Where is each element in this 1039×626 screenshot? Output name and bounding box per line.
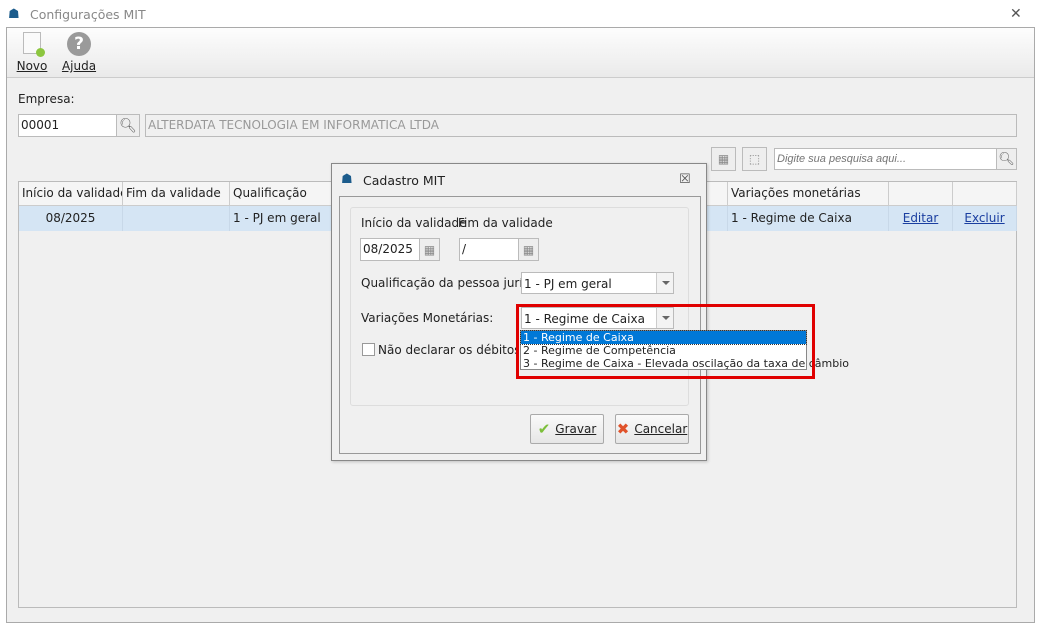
select-columns-button[interactable]: ⬚ <box>742 147 767 171</box>
column-header-inicio[interactable]: Início da validade <box>19 182 123 206</box>
new-document-icon <box>23 32 45 57</box>
variacoes-label: Variações Monetárias: <box>361 311 494 325</box>
fim-calendar-button[interactable]: ▦ <box>518 238 539 261</box>
calendar-icon: ▦ <box>522 242 535 257</box>
grid-search-input[interactable] <box>774 148 997 170</box>
empresa-label: Empresa: <box>18 92 75 106</box>
chevron-down-icon <box>656 273 673 293</box>
window-title: Configurações MIT <box>30 7 146 22</box>
qualificacao-select[interactable]: 1 - PJ em geral <box>521 272 674 294</box>
cancelar-label: Cancelar <box>634 422 688 436</box>
toolbar: Novo ? Ajuda <box>7 28 1034 78</box>
fim-label: Fim da validade <box>458 216 553 230</box>
column-header-excluir <box>953 182 1017 206</box>
dialog-title: Cadastro MIT <box>363 173 445 188</box>
novo-button[interactable]: Novo <box>15 32 49 73</box>
gravar-button[interactable]: ✔ Gravar <box>530 414 604 444</box>
column-header-fim[interactable]: Fim da validade <box>123 182 230 206</box>
cell-inicio: 08/2025 <box>19 206 123 231</box>
empresa-search-button[interactable]: 🔍︎ <box>116 114 140 137</box>
grid-search-button[interactable]: 🔍︎ <box>996 148 1017 170</box>
empresa-name-field: ALTERDATA TECNOLOGIA EM INFORMATICA LTDA <box>145 114 1017 137</box>
search-icon: 🔍︎ <box>119 117 137 134</box>
inicio-input[interactable]: 08/2025 <box>360 238 420 261</box>
grid-export-icon: ▦ <box>717 152 730 166</box>
gravar-label: Gravar <box>555 422 597 436</box>
ajuda-label: Ajuda <box>61 59 97 73</box>
select-cursor-icon: ⬚ <box>748 152 761 166</box>
check-icon: ✔ <box>537 420 551 438</box>
title-bar: ☗ Configurações MIT ✕ <box>0 0 1039 28</box>
cell-fim <box>123 206 230 231</box>
column-header-editar <box>889 182 953 206</box>
excluir-link[interactable]: Excluir <box>953 206 1017 231</box>
close-window-button[interactable]: ✕ <box>1010 6 1022 22</box>
search-icon: 🔍︎ <box>998 151 1015 167</box>
cell-variacoes: 1 - Regime de Caixa <box>728 206 889 231</box>
x-icon: ✖ <box>616 420 630 438</box>
calendar-icon: ▦ <box>423 242 436 257</box>
cancelar-button[interactable]: ✖ Cancelar <box>615 414 689 444</box>
editar-link[interactable]: Editar <box>889 206 953 231</box>
nao-declarar-label: Não declarar os débitos abaixo <box>378 343 518 357</box>
column-header-variacoes[interactable]: Variações monetárias <box>728 182 889 206</box>
app-icon: ☗ <box>341 172 353 187</box>
inicio-label: Início da validade <box>361 216 467 230</box>
qualificacao-value: 1 - PJ em geral <box>524 277 612 291</box>
app-icon: ☗ <box>8 7 20 22</box>
dialog-close-button[interactable]: ☒ <box>679 172 691 187</box>
nao-declarar-checkbox[interactable] <box>362 343 375 356</box>
novo-label: Novo <box>16 59 48 73</box>
fim-input[interactable]: / <box>459 238 519 261</box>
annotation-highlight-box <box>516 304 815 379</box>
ajuda-button[interactable]: ? Ajuda <box>59 32 99 73</box>
export-grid-button[interactable]: ▦ <box>711 147 736 171</box>
inicio-calendar-button[interactable]: ▦ <box>419 238 440 261</box>
empresa-code-input[interactable]: 00001 <box>18 114 117 137</box>
help-icon: ? <box>67 32 91 56</box>
